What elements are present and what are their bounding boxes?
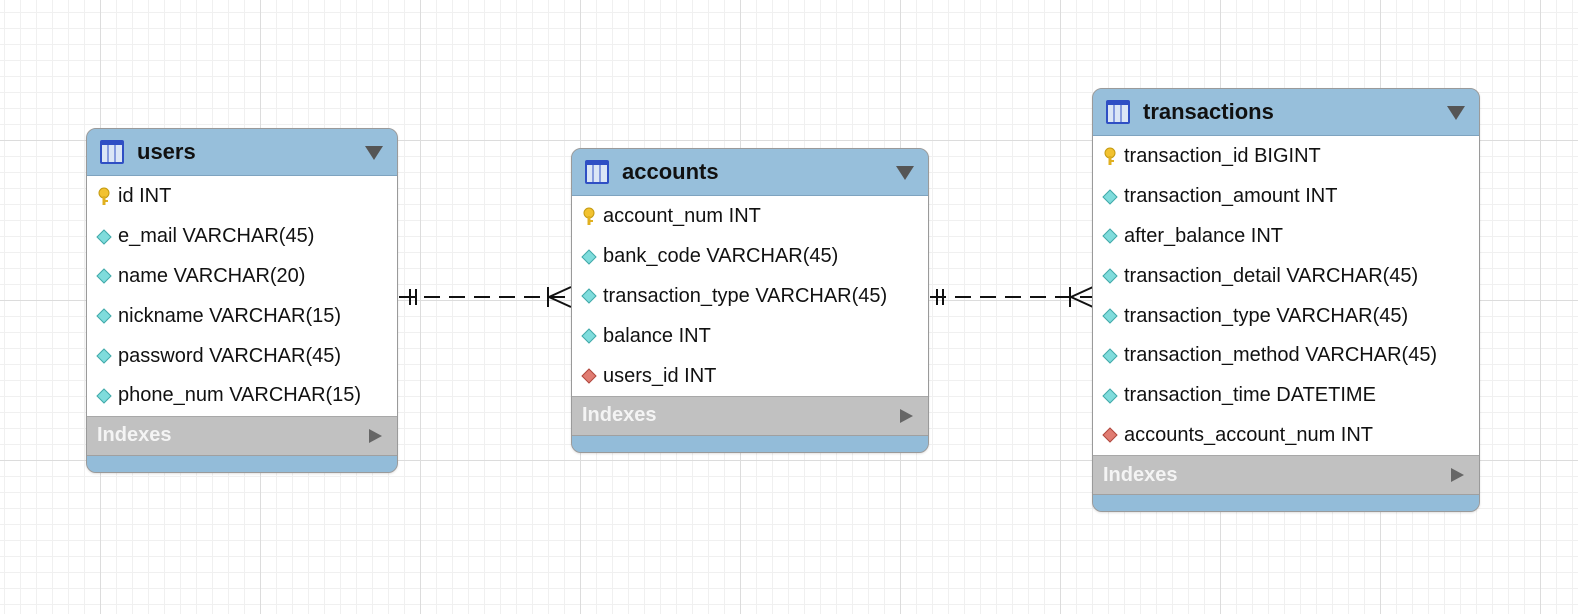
table-footer [87, 455, 397, 472]
column-label: balance INT [603, 324, 711, 347]
column-label: id INT [118, 185, 172, 208]
column-label: e_mail VARCHAR(45) [118, 225, 315, 248]
column-label: account_num INT [603, 205, 761, 228]
column-icon [96, 388, 112, 404]
primary-key-icon [583, 207, 595, 225]
expand-arrow-icon[interactable] [1449, 466, 1465, 484]
column-icon [1102, 188, 1118, 205]
indexes-section[interactable]: Indexes [572, 395, 928, 436]
column-list: account_num INT bank_code VARCHAR(45) tr… [572, 196, 928, 396]
column-row[interactable]: transaction_type VARCHAR(45) [572, 277, 928, 317]
column-icon [581, 328, 597, 344]
column-label: transaction_method VARCHAR(45) [1124, 344, 1438, 367]
column-label: password VARCHAR(45) [118, 344, 342, 367]
column-row[interactable]: name VARCHAR(20) [87, 257, 397, 297]
relationship-users-accounts[interactable] [399, 286, 572, 308]
column-row[interactable]: transaction_detail VARCHAR(45) [1093, 256, 1479, 296]
column-list: id INT e_mail VARCHAR(45) name VARCHAR(2… [87, 176, 397, 416]
column-row[interactable]: phone_num VARCHAR(15) [87, 376, 397, 416]
column-row[interactable]: transaction_time DATETIME [1093, 376, 1479, 416]
table-header[interactable]: accounts [572, 149, 928, 196]
column-icon [96, 228, 112, 245]
column-row[interactable]: users_id INT [572, 356, 928, 396]
column-icon [1102, 348, 1118, 364]
table-title: users [137, 139, 196, 164]
column-label: nickname VARCHAR(15) [118, 304, 342, 327]
table-footer [572, 435, 928, 452]
column-list: transaction_id BIGINT transaction_amount… [1093, 136, 1479, 456]
column-icon [581, 288, 597, 305]
collapse-arrow-icon[interactable] [363, 141, 385, 163]
table-header[interactable]: users [87, 129, 397, 176]
table-title: accounts [622, 159, 719, 184]
table-footer [1093, 495, 1479, 512]
table-icon [585, 160, 609, 184]
table-icon [1106, 100, 1130, 124]
column-icon [1102, 268, 1118, 284]
expand-arrow-icon[interactable] [367, 427, 383, 445]
column-label: transaction_detail VARCHAR(45) [1124, 264, 1419, 287]
column-icon [1102, 228, 1118, 245]
column-label: phone_num VARCHAR(15) [118, 384, 362, 407]
column-row[interactable]: nickname VARCHAR(15) [87, 296, 397, 336]
column-row[interactable]: transaction_type VARCHAR(45) [1093, 296, 1479, 336]
column-row[interactable]: transaction_method VARCHAR(45) [1093, 336, 1479, 376]
column-row[interactable]: after_balance INT [1093, 217, 1479, 257]
indexes-label: Indexes [582, 404, 657, 427]
table-transactions[interactable]: transactions transaction_id BIGINT trans… [1092, 88, 1480, 513]
primary-key-icon [1104, 147, 1116, 165]
table-accounts[interactable]: accounts account_num INT bank_code VARCH… [571, 148, 929, 453]
column-row[interactable]: transaction_amount INT [1093, 177, 1479, 217]
foreign-key-icon [1102, 427, 1118, 444]
table-header[interactable]: transactions [1093, 89, 1479, 136]
column-icon [96, 308, 112, 324]
indexes-label: Indexes [1103, 463, 1178, 486]
collapse-arrow-icon[interactable] [1445, 101, 1467, 123]
column-label: transaction_time DATETIME [1124, 384, 1376, 407]
table-icon [100, 140, 124, 164]
column-icon [581, 248, 597, 265]
column-row[interactable]: bank_code VARCHAR(45) [572, 237, 928, 277]
collapse-arrow-icon[interactable] [894, 161, 916, 183]
column-label: transaction_id BIGINT [1124, 145, 1321, 168]
relationship-accounts-transactions[interactable] [930, 286, 1094, 308]
indexes-section[interactable]: Indexes [1093, 455, 1479, 496]
column-row[interactable]: accounts_account_num INT [1093, 416, 1479, 456]
column-label: accounts_account_num INT [1124, 423, 1374, 446]
column-label: transaction_type VARCHAR(45) [603, 284, 888, 307]
column-label: after_balance INT [1124, 224, 1283, 247]
column-row[interactable]: password VARCHAR(45) [87, 336, 397, 376]
column-row[interactable]: id INT [87, 177, 397, 217]
column-label: transaction_type VARCHAR(45) [1124, 304, 1409, 327]
column-label: bank_code VARCHAR(45) [603, 245, 839, 268]
column-row[interactable]: account_num INT [572, 197, 928, 237]
table-users[interactable]: users id INT e_mail VARCHAR(45) name VAR… [86, 128, 398, 473]
column-row[interactable]: balance INT [572, 316, 928, 356]
column-icon [96, 348, 112, 364]
column-label: name VARCHAR(20) [118, 264, 306, 287]
indexes-section[interactable]: Indexes [87, 415, 397, 456]
column-label: users_id INT [603, 364, 717, 387]
column-label: transaction_amount INT [1124, 185, 1338, 208]
column-row[interactable]: e_mail VARCHAR(45) [87, 217, 397, 257]
indexes-label: Indexes [97, 424, 172, 447]
column-icon [1102, 387, 1118, 404]
expand-arrow-icon[interactable] [898, 407, 914, 425]
primary-key-icon [98, 187, 110, 205]
foreign-key-icon [581, 368, 597, 384]
table-title: transactions [1143, 99, 1274, 124]
column-row[interactable]: transaction_id BIGINT [1093, 137, 1479, 177]
column-icon [96, 268, 112, 285]
column-icon [1102, 308, 1118, 324]
